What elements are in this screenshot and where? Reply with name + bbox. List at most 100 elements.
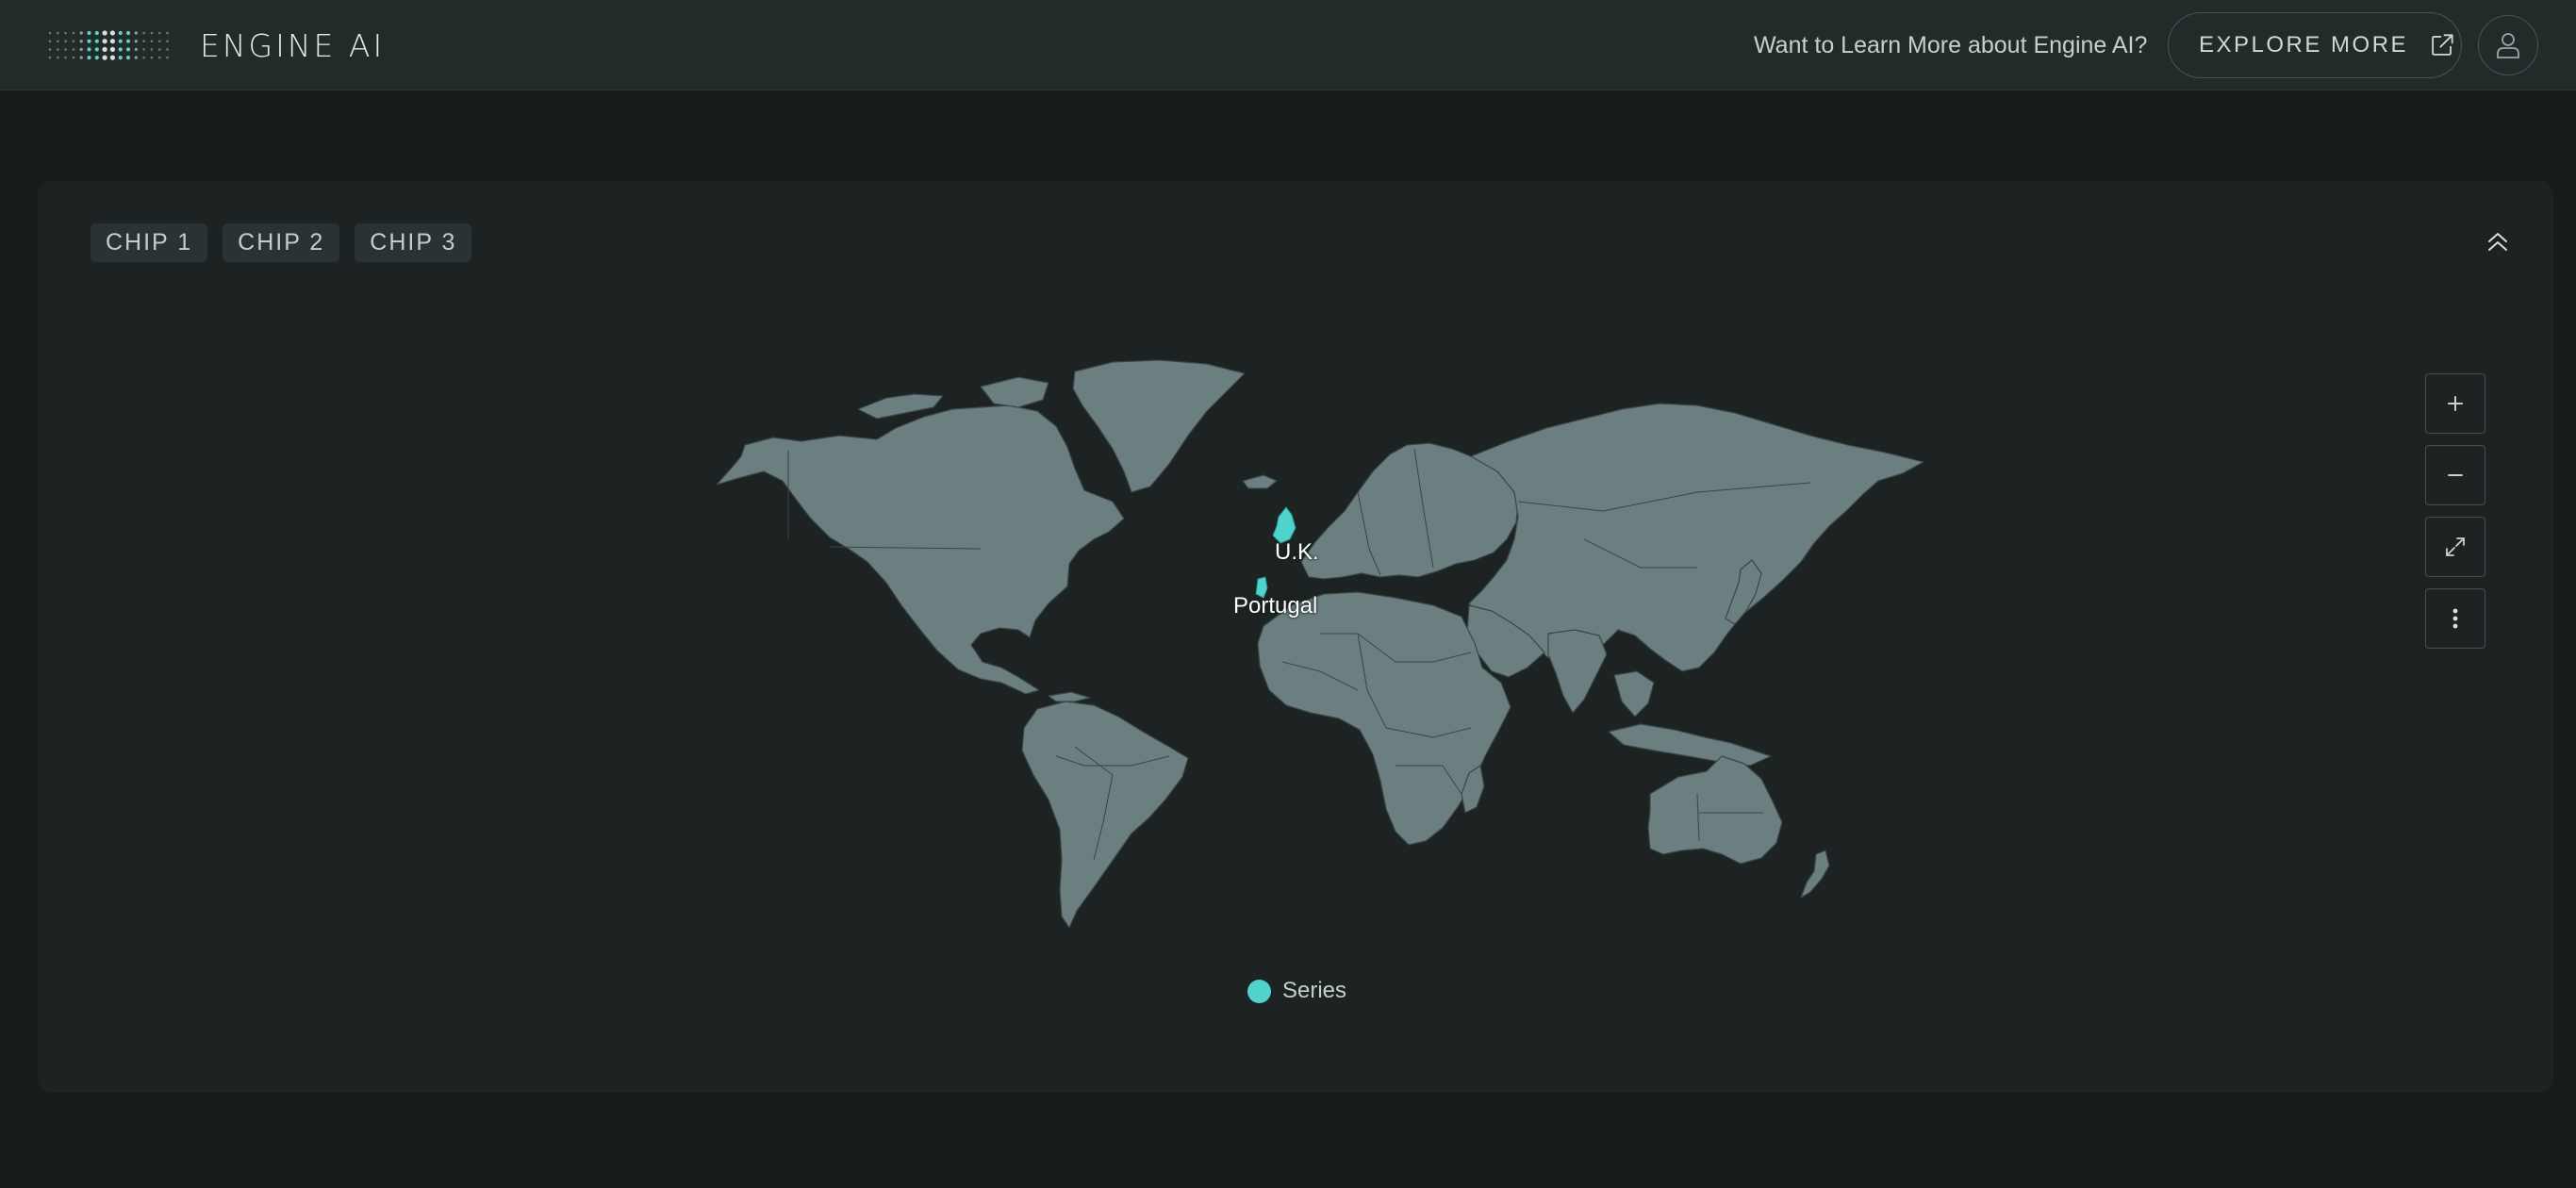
expand-icon [2446, 537, 2465, 556]
region-north-america[interactable] [716, 404, 1125, 695]
logo-dot [87, 30, 91, 36]
logo-dot [57, 40, 59, 42]
explore-more-button[interactable]: EXPLORE MORE [2168, 12, 2462, 78]
user-profile-button[interactable] [2478, 15, 2538, 75]
logo-dot [157, 56, 161, 59]
region-greenland[interactable] [1072, 359, 1246, 493]
brand-name: ENGINE AI [200, 26, 386, 64]
region-iceland[interactable] [1242, 474, 1278, 489]
logo-dot [109, 39, 115, 44]
logo-dot [102, 30, 107, 36]
minus-icon [2448, 474, 2463, 476]
logo-dot [150, 56, 154, 59]
logo-dot [150, 31, 154, 35]
logo-dot [166, 40, 169, 42]
logo-dot [94, 47, 99, 52]
logo-dot [150, 40, 154, 42]
logo-dot [94, 39, 99, 43]
chip-2[interactable]: CHIP 2 [223, 223, 340, 262]
dots-logo-icon [48, 30, 169, 60]
region-baffin-island[interactable] [980, 376, 1049, 408]
logo-dot [87, 47, 91, 52]
logo-dot [94, 56, 99, 60]
world-map-svg [716, 359, 1924, 929]
plus-icon [2448, 396, 2463, 411]
logo-dot [125, 47, 131, 52]
zoom-out-button[interactable] [2425, 445, 2485, 505]
logo-dot [118, 39, 123, 43]
logo-dot [48, 31, 52, 35]
logo-dot [72, 48, 75, 51]
logo-dot [87, 56, 91, 60]
logo-dot [102, 46, 107, 52]
logo-dot [64, 48, 67, 51]
logo-dot [64, 56, 67, 59]
region-southeast-asia[interactable] [1613, 670, 1655, 718]
logo-dot [72, 31, 75, 35]
region-india[interactable] [1547, 629, 1608, 714]
logo-dot [125, 39, 131, 43]
logo-dot [118, 47, 123, 52]
map-label-portugal: Portugal [1233, 593, 1318, 619]
logo-dot [48, 40, 52, 42]
world-map[interactable]: U.K. Portugal [698, 351, 1961, 954]
legend-label: Series [1282, 978, 1347, 1003]
logo-dot [64, 40, 67, 42]
external-link-icon [2432, 34, 2453, 56]
logo-dot [142, 56, 145, 59]
logo-dot [48, 48, 52, 51]
map-label-uk: U.K. [1275, 539, 1319, 565]
logo-dot [157, 40, 161, 42]
map-panel: CHIP 1 CHIP 2 CHIP 3 U.K. Portugal Serie… [38, 181, 2553, 1093]
logo-dot [134, 31, 138, 35]
logo-dot [109, 55, 115, 60]
logo-dot [134, 40, 138, 43]
top-bar: ENGINE AI Want to Learn More about Engin… [0, 0, 2576, 91]
logo-dot [57, 31, 59, 35]
logo-dot [94, 30, 99, 36]
logo-dot [142, 40, 145, 42]
double-chevron-up-icon [2488, 233, 2507, 251]
region-new-zealand[interactable] [1800, 850, 1830, 899]
logo-dot [87, 39, 91, 43]
logo-dot [48, 56, 52, 59]
promo-text: Want to Learn More about Engine AI? [1754, 32, 2148, 58]
region-indonesia[interactable] [1608, 723, 1772, 767]
collapse-panel-button[interactable] [2482, 226, 2514, 258]
logo-dot [72, 56, 75, 59]
logo-dot [79, 40, 83, 43]
chip-1[interactable]: CHIP 1 [91, 223, 208, 262]
logo-dot [134, 56, 138, 59]
legend-item-series[interactable]: Series [1247, 978, 1346, 1004]
region-asia[interactable] [1468, 403, 1924, 672]
region-australia[interactable] [1647, 755, 1783, 865]
logo-dot [166, 31, 169, 35]
map-menu-button[interactable] [2425, 588, 2485, 649]
brand[interactable]: ENGINE AI [47, 25, 385, 66]
chip-group: CHIP 1 CHIP 2 CHIP 3 [91, 223, 472, 262]
map-controls [2425, 373, 2485, 649]
logo-dot [109, 46, 115, 52]
logo-dot [134, 47, 138, 52]
logo-dot [142, 31, 145, 35]
logo-dot [157, 48, 161, 51]
logo-dot [125, 56, 131, 60]
logo-dot [125, 30, 131, 36]
logo-dot [142, 48, 145, 51]
fullscreen-button[interactable] [2425, 517, 2485, 577]
logo-dot [72, 40, 75, 42]
more-vertical-icon [2452, 608, 2458, 629]
user-icon [2497, 33, 2519, 58]
logo-dot [79, 56, 83, 59]
logo-dot [102, 55, 107, 60]
logo-dot [166, 56, 169, 59]
region-caribbean[interactable] [1048, 691, 1091, 702]
logo-dot [118, 30, 123, 36]
legend-swatch [1247, 979, 1271, 1003]
logo-dot [64, 31, 67, 35]
region-uk-highlight[interactable] [1272, 506, 1296, 544]
logo-dot [102, 39, 107, 44]
logo-dot [79, 31, 83, 35]
chip-3[interactable]: CHIP 3 [355, 223, 472, 262]
zoom-in-button[interactable] [2425, 373, 2485, 434]
